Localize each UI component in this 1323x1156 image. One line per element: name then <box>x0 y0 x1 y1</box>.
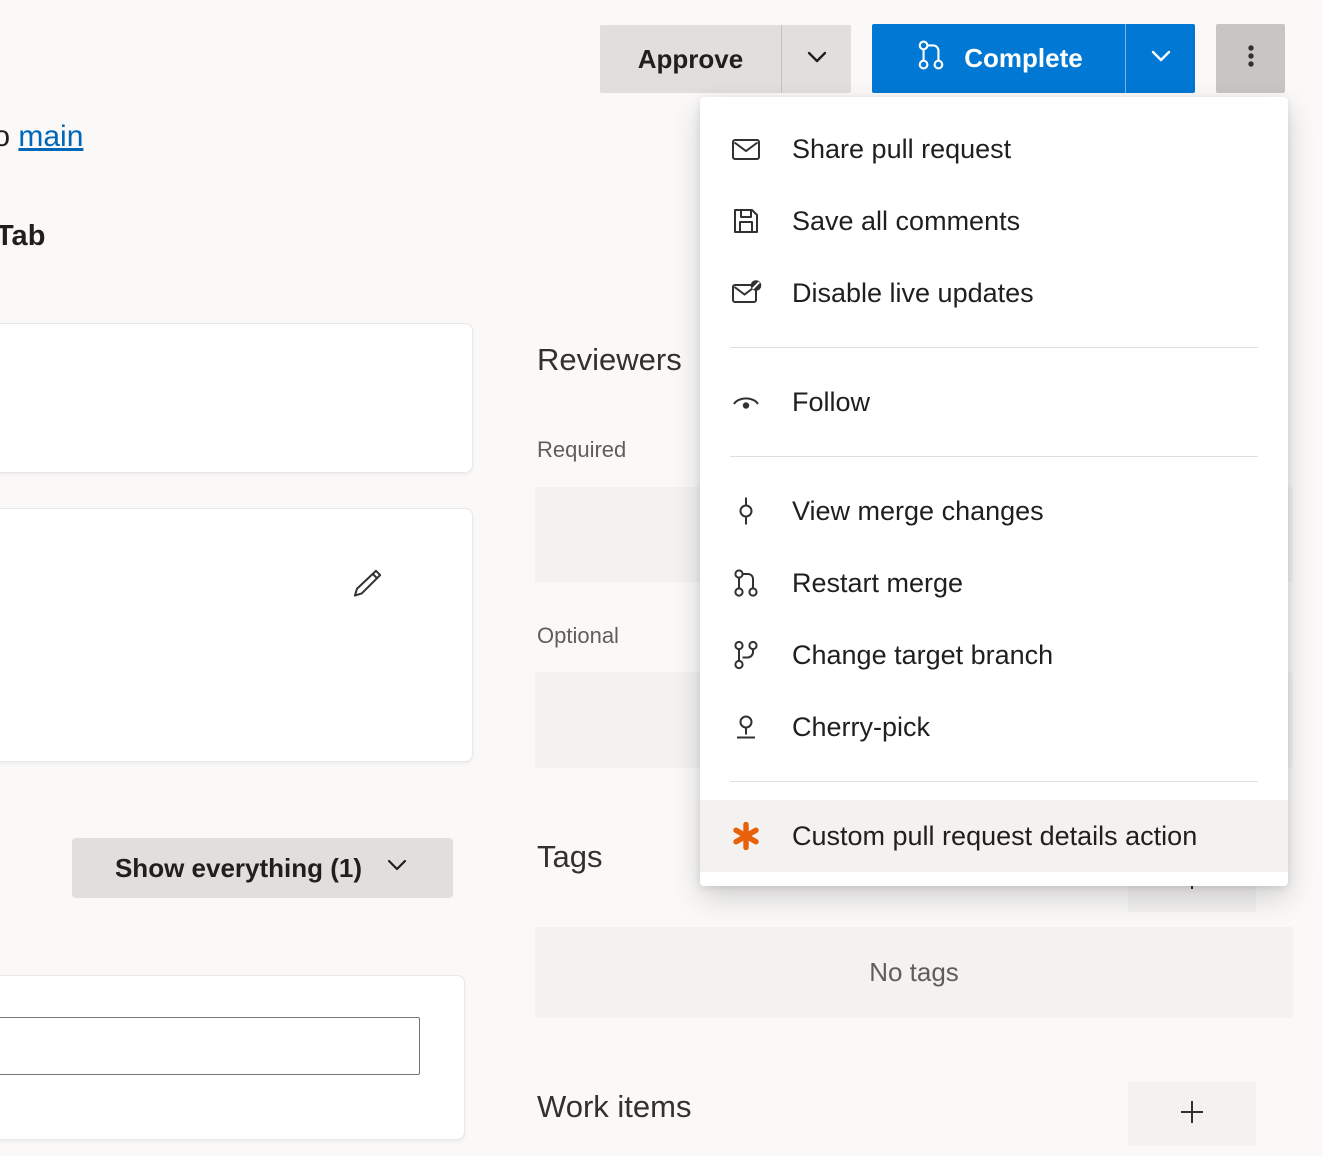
description-card <box>0 508 473 762</box>
menu-divider <box>730 456 1258 457</box>
comment-input[interactable] <box>0 1017 420 1075</box>
add-work-item-button[interactable] <box>1128 1082 1256 1146</box>
menu-item-follow[interactable]: Follow <box>700 366 1288 438</box>
menu-item-label: Save all comments <box>792 206 1020 237</box>
extension-icon <box>730 820 762 852</box>
pull-request-icon <box>914 38 948 79</box>
target-branch-line: to main <box>0 120 83 154</box>
menu-item-label: Disable live updates <box>792 278 1034 309</box>
chevron-down-icon <box>804 44 830 75</box>
mail-off-icon <box>730 277 762 309</box>
menu-item-change-target-branch[interactable]: Change target branch <box>700 619 1288 691</box>
pull-request-page: Approve Complete <box>0 0 1323 1156</box>
menu-item-save-all-comments[interactable]: Save all comments <box>700 185 1288 257</box>
chevron-down-icon <box>384 852 410 885</box>
menu-item-label: Share pull request <box>792 134 1011 165</box>
pencil-icon <box>347 564 387 607</box>
complete-button[interactable]: Complete <box>872 24 1125 93</box>
work-items-title: Work items <box>537 1089 691 1125</box>
menu-item-label: Follow <box>792 387 870 418</box>
menu-item-label: Restart merge <box>792 568 963 599</box>
status-card <box>0 323 473 473</box>
tab-label: Tab <box>0 220 45 253</box>
show-everything-dropdown[interactable]: Show everything (1) <box>72 838 453 898</box>
menu-item-label: Cherry-pick <box>792 712 930 743</box>
complete-button-label: Complete <box>964 43 1082 74</box>
menu-item-share-pull-request[interactable]: Share pull request <box>700 113 1288 185</box>
menu-item-custom-pull-request-details-action[interactable]: Custom pull request details action <box>700 800 1288 872</box>
branch-icon <box>730 639 762 671</box>
menu-item-label: View merge changes <box>792 496 1044 527</box>
pull-request-icon <box>730 567 762 599</box>
mail-icon <box>730 133 762 165</box>
save-icon <box>730 205 762 237</box>
menu-item-view-merge-changes[interactable]: View merge changes <box>700 475 1288 547</box>
approve-button-label: Approve <box>638 44 743 75</box>
approve-split-button: Approve <box>600 25 851 93</box>
commit-icon <box>730 495 762 527</box>
show-everything-label: Show everything (1) <box>115 853 362 884</box>
tags-title: Tags <box>537 839 602 875</box>
reviewers-optional-label: Optional <box>537 623 619 649</box>
chevron-down-icon <box>1148 43 1174 74</box>
approve-button[interactable]: Approve <box>600 25 781 93</box>
no-tags-box: No tags <box>535 927 1293 1018</box>
more-actions-menu: Share pull request Save all comments Dis… <box>700 97 1288 886</box>
cherry-pick-icon <box>730 711 762 743</box>
menu-divider <box>730 347 1258 348</box>
no-tags-label: No tags <box>869 957 959 988</box>
into-prefix: to <box>0 120 10 153</box>
target-branch-link[interactable]: main <box>18 120 83 153</box>
menu-item-cherry-pick[interactable]: Cherry-pick <box>700 691 1288 763</box>
menu-divider <box>730 781 1258 782</box>
more-actions-button[interactable] <box>1216 24 1285 93</box>
follow-eye-icon <box>730 386 762 418</box>
menu-item-disable-live-updates[interactable]: Disable live updates <box>700 257 1288 329</box>
edit-description-button[interactable] <box>342 560 392 610</box>
reviewers-required-label: Required <box>537 437 626 463</box>
plus-icon <box>1177 1097 1207 1132</box>
reviewers-title: Reviewers <box>537 342 682 378</box>
ellipsis-vertical-icon <box>1235 40 1267 77</box>
menu-item-restart-merge[interactable]: Restart merge <box>700 547 1288 619</box>
menu-item-label: Custom pull request details action <box>792 821 1197 852</box>
approve-dropdown-button[interactable] <box>781 25 851 93</box>
menu-item-label: Change target branch <box>792 640 1053 671</box>
complete-dropdown-button[interactable] <box>1125 24 1195 93</box>
complete-split-button: Complete <box>872 24 1195 93</box>
